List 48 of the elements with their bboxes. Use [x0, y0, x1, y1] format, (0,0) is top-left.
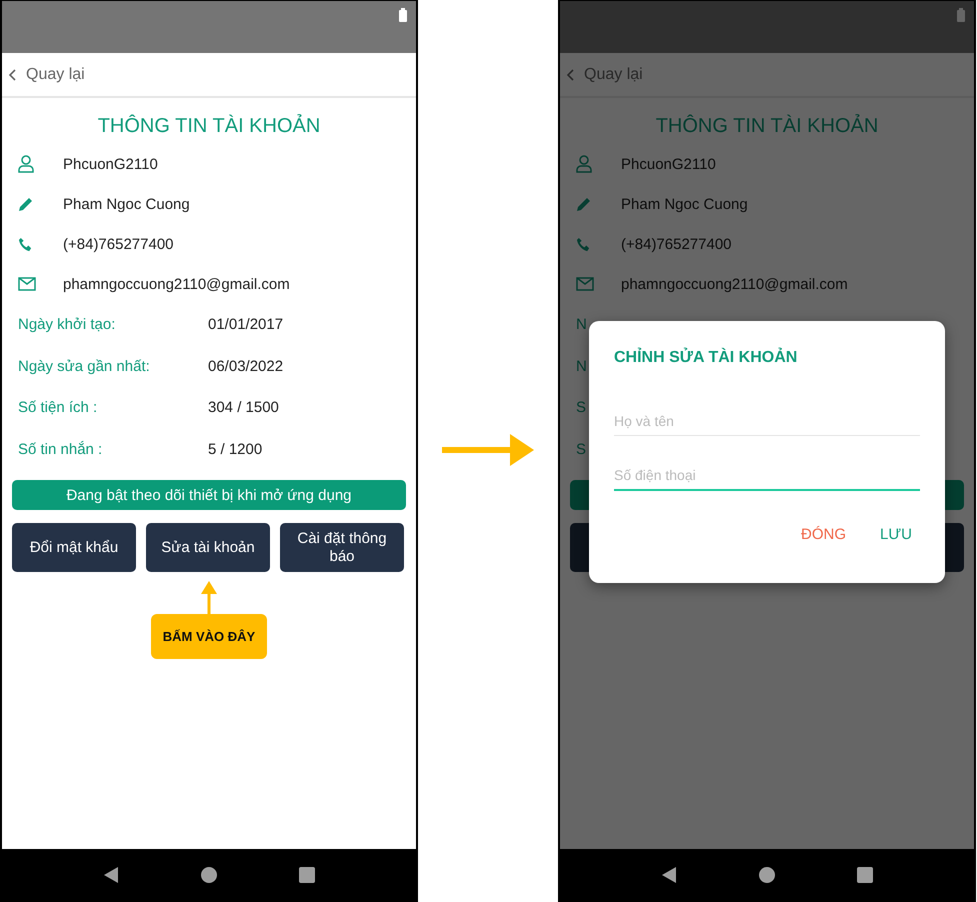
back-nav-icon[interactable] — [661, 866, 677, 884]
page-title: THÔNG TIN TÀI KHOẢN — [96, 115, 322, 138]
up-arrow — [199, 580, 219, 614]
stat-label: S — [575, 399, 588, 416]
account-detail: phamngoccuong2110@gmail.com — [621, 276, 848, 292]
action-button[interactable]: Cài đặt thông báo — [280, 523, 404, 572]
tracking-banner[interactable]: Đang bật theo dõi thiết bị khi mở ứng dụng — [12, 480, 406, 510]
home-nav-icon[interactable] — [759, 867, 775, 883]
pencil-icon — [18, 196, 34, 212]
stat-value: 304 / 1500 — [208, 399, 279, 416]
stat-value: 06/03/2022 — [208, 358, 284, 375]
phone-icon — [18, 236, 33, 252]
action-button[interactable]: Đổi mật khẩu — [12, 523, 136, 572]
stat-label: N — [575, 316, 588, 334]
mail-icon — [18, 277, 36, 291]
stat-value: 5 / 1200 — [208, 440, 262, 458]
mail-icon — [576, 277, 594, 291]
callout-label: BẤM VÀO ĐÂY — [150, 614, 268, 659]
account-detail: Pham Ngoc Cuong — [621, 196, 748, 212]
chevron-left-icon — [8, 68, 16, 80]
back-button[interactable]: Quay lại — [8, 66, 85, 84]
page-title: THÔNG TIN TÀI KHOẢN — [654, 115, 880, 138]
stat-label: Ngày khởi tạo: — [17, 316, 116, 334]
account-detail: (+84)765277400 — [63, 236, 174, 252]
account-detail: (+84)765277400 — [621, 236, 732, 252]
stat-label: S — [575, 440, 588, 458]
stat-value: 01/01/2017 — [208, 316, 284, 334]
stat-label: N — [575, 358, 588, 375]
account-detail: Pham Ngoc Cuong — [63, 196, 190, 212]
pencil-icon — [576, 196, 592, 212]
person-icon — [576, 155, 592, 173]
account-detail: PhcuonG2110 — [621, 156, 716, 172]
back-nav-icon[interactable] — [103, 866, 119, 884]
chevron-left-icon — [566, 68, 574, 80]
battery-icon — [399, 8, 407, 22]
home-nav-icon[interactable] — [201, 867, 217, 883]
battery-icon — [957, 8, 965, 22]
phone-icon — [576, 236, 591, 252]
stat-label: Số tiện ích : — [17, 399, 98, 416]
dialog-button[interactable]: LƯU — [872, 520, 920, 549]
dialog-button[interactable]: ĐÓNG — [793, 520, 854, 549]
stat-label: Ngày sửa gần nhất: — [17, 358, 151, 375]
stat-label: Số tin nhắn : — [17, 440, 104, 458]
account-detail: phamngoccuong2110@gmail.com — [63, 276, 290, 292]
dialog-title: CHỈNH SỬA TÀI KHOẢN — [614, 349, 798, 367]
action-button[interactable]: Sửa tài khoản — [146, 523, 270, 572]
account-detail: PhcuonG2110 — [63, 156, 158, 172]
person-icon — [18, 155, 34, 173]
